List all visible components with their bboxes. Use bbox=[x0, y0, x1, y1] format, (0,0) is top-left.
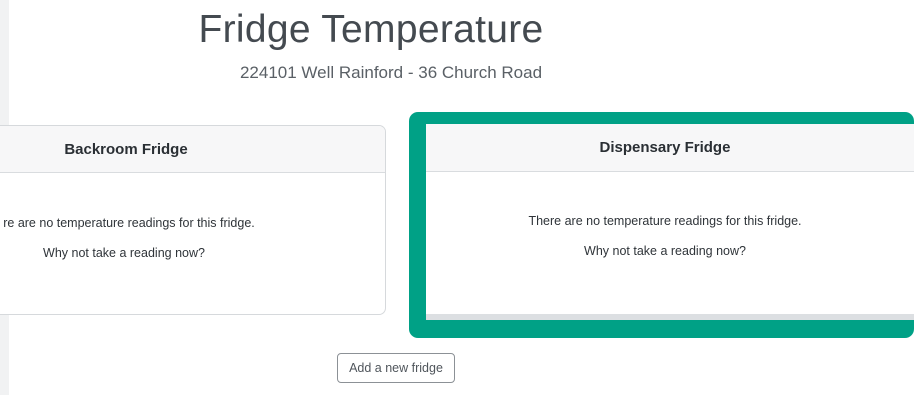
page-title-text: Fridge Temperature bbox=[198, 8, 544, 51]
take-reading-prompt[interactable]: Why not take a reading now? bbox=[426, 244, 914, 258]
fridge-card-dispensary[interactable]: Dispensary Fridge There are no temperatu… bbox=[426, 124, 914, 320]
page-subtitle: 224101 Well Rainford - 36 Church Road bbox=[0, 63, 914, 83]
take-reading-text[interactable]: Why not take a reading now? bbox=[584, 244, 746, 258]
no-readings-message: There are no temperature readings for th… bbox=[426, 214, 914, 228]
take-reading-prompt[interactable]: Why not take a reading now? bbox=[0, 246, 385, 260]
page-title: Fridge Temperature bbox=[0, 8, 914, 52]
page: Fridge Temperature 224101 Well Rainford … bbox=[0, 0, 914, 395]
take-reading-text[interactable]: Why not take a reading now? bbox=[43, 246, 205, 260]
no-readings-text: re are no temperature readings for this … bbox=[3, 216, 255, 230]
fridge-card-header: Backroom Fridge bbox=[0, 126, 385, 173]
add-fridge-button[interactable]: Add a new fridge bbox=[337, 353, 455, 383]
fridge-card-header: Dispensary Fridge bbox=[426, 124, 914, 172]
fridge-name: Backroom Fridge bbox=[64, 140, 188, 158]
card-footer bbox=[426, 314, 914, 320]
fridge-name: Dispensary Fridge bbox=[599, 139, 731, 156]
no-readings-message: re are no temperature readings for this … bbox=[0, 216, 385, 230]
fridge-card-backroom[interactable]: Backroom Fridge re are no temperature re… bbox=[0, 125, 386, 315]
store-address: 224101 Well Rainford - 36 Church Road bbox=[239, 63, 543, 82]
no-readings-text: There are no temperature readings for th… bbox=[528, 214, 802, 228]
